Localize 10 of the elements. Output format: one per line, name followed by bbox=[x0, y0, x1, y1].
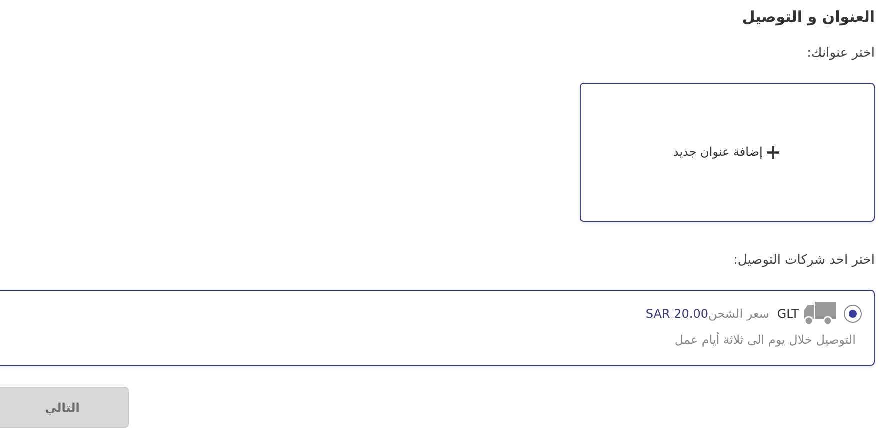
field-label: اختر احد شركات التوصيل: bbox=[734, 252, 875, 270]
field-label: اختر عنوانك: bbox=[807, 45, 875, 63]
section-title: العنوان و التوصيل bbox=[742, 7, 875, 28]
plus-icon: + bbox=[764, 142, 782, 162]
price-label: سعر الشحن bbox=[708, 306, 770, 323]
delivery-time: التوصيل خلال يوم الى ثلاثة أيام عمل bbox=[674, 331, 856, 349]
shipping-price: SAR 20.00 bbox=[646, 306, 708, 323]
carrier-name: GLT bbox=[777, 306, 799, 323]
truck-icon bbox=[803, 301, 836, 327]
radio-button[interactable] bbox=[844, 305, 862, 323]
